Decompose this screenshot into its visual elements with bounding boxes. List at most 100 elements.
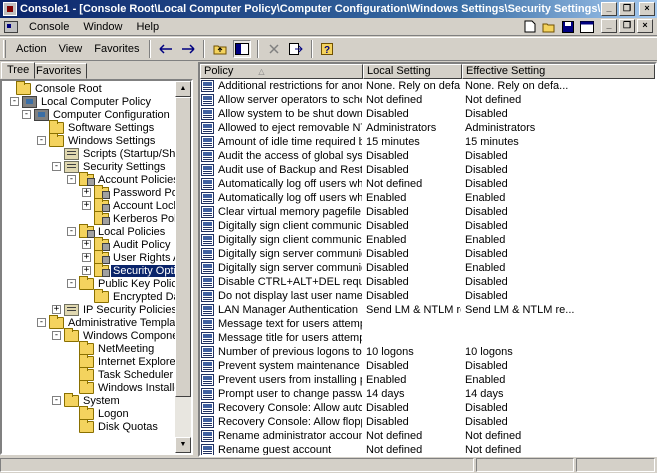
table-row[interactable]: Rename guest account Not defined Not defin… xyxy=(200,443,655,455)
expand-icon[interactable]: + xyxy=(82,266,91,275)
collapse-icon[interactable]: - xyxy=(67,279,76,288)
console-app-icon[interactable] xyxy=(3,2,17,16)
tree-item[interactable]: - Account Policies xyxy=(67,171,181,186)
security-policy-icon xyxy=(201,262,214,274)
new-window-icon[interactable] xyxy=(579,19,595,34)
tree-item[interactable]: Scripts (Startup/Shutdown) xyxy=(52,147,191,160)
table-row[interactable]: Amount of idle time required befor... 15 … xyxy=(200,135,655,149)
collapse-icon[interactable]: - xyxy=(52,396,61,405)
minimize-button[interactable]: _ xyxy=(601,2,617,16)
open-folder-icon[interactable] xyxy=(541,19,557,34)
favorites-menu[interactable]: Favorites xyxy=(88,43,145,55)
mdi-restore-button[interactable]: ❐ xyxy=(619,19,635,33)
table-row[interactable]: Digitally sign client communication ... D… xyxy=(200,219,655,233)
tree-item[interactable]: - Administrative Templates xyxy=(37,314,191,329)
table-row[interactable]: Allowed to eject removable NTFS ... Admin… xyxy=(200,121,655,135)
security-policy-icon xyxy=(201,374,214,386)
tree-item[interactable]: - Windows Components xyxy=(52,327,191,342)
scroll-up-button[interactable]: ▲ xyxy=(175,81,191,97)
table-row[interactable]: Digitally sign client communication ... E… xyxy=(200,233,655,247)
up-one-level-icon[interactable] xyxy=(211,40,229,58)
title-bar[interactable]: Console1 - [Console Root\Local Computer … xyxy=(0,0,657,18)
table-row[interactable]: Automatically log off users when l... Ena… xyxy=(200,191,655,205)
scroll-down-button[interactable]: ▼ xyxy=(175,437,191,453)
table-row[interactable]: Prompt user to change password ... 14 day… xyxy=(200,387,655,401)
table-row[interactable]: Allow system to be shut down with... Disa… xyxy=(200,107,655,121)
collapse-icon[interactable]: - xyxy=(67,227,76,236)
column-header-local-setting[interactable]: Local Setting xyxy=(363,64,462,79)
expand-icon[interactable]: + xyxy=(82,253,91,262)
table-row[interactable]: Clear virtual memory pagefile whe... Disa… xyxy=(200,205,655,219)
table-row[interactable]: Audit the access of global system ... Dis… xyxy=(200,149,655,163)
menu-help[interactable]: Help xyxy=(129,21,166,33)
tree-item-label: Administrative Templates xyxy=(68,316,191,329)
tree-item[interactable]: Disk Quotas xyxy=(67,418,160,433)
back-arrow-icon[interactable] xyxy=(157,40,175,58)
restore-button[interactable]: ❐ xyxy=(619,2,635,16)
show-hide-tree-icon[interactable] xyxy=(233,40,252,58)
close-button[interactable]: × xyxy=(639,2,655,16)
table-row[interactable]: Rename administrator account Not defined N… xyxy=(200,429,655,443)
tree-item[interactable]: + IP Security Policies or xyxy=(52,303,191,316)
table-row[interactable]: Recovery Console: Allow automati... Disab… xyxy=(200,401,655,415)
mdi-close-button[interactable]: × xyxy=(637,19,653,33)
save-icon[interactable] xyxy=(560,19,576,34)
collapse-icon[interactable]: - xyxy=(37,318,46,327)
forward-arrow-icon[interactable] xyxy=(179,40,197,58)
help-icon[interactable]: ? xyxy=(319,40,337,58)
scroll-thumb[interactable] xyxy=(175,97,191,397)
table-row[interactable]: Audit use of Backup and Restore p... Disa… xyxy=(200,163,655,177)
tree-item[interactable]: - Windows Settings xyxy=(37,132,157,147)
table-row[interactable]: Do not display last user name in lo... Di… xyxy=(200,289,655,303)
tree-item[interactable]: - Security Settings xyxy=(52,160,168,173)
collapse-icon[interactable]: - xyxy=(22,110,31,119)
column-header-policy[interactable]: Policy △ xyxy=(200,64,363,79)
tree-item[interactable]: Logon xyxy=(67,405,131,420)
tree-item[interactable]: - Local Computer Policy xyxy=(10,95,153,108)
delete-icon[interactable] xyxy=(265,40,283,58)
new-document-icon[interactable] xyxy=(522,19,538,34)
table-row[interactable]: Disable CTRL+ALT+DEL requireme... Disable… xyxy=(200,275,655,289)
table-row[interactable]: Message text for users attempting... xyxy=(200,317,655,331)
tab-tree[interactable]: Tree xyxy=(1,62,36,79)
security-policy-icon xyxy=(201,94,214,106)
table-row[interactable]: Prevent system maintenance of co... Disab… xyxy=(200,359,655,373)
tree-item[interactable]: Console Root xyxy=(4,81,104,95)
table-row[interactable]: Additional restrictions for anonym... Non… xyxy=(200,79,655,93)
export-list-icon[interactable] xyxy=(287,40,305,58)
menu-window[interactable]: Window xyxy=(76,21,129,33)
expand-icon[interactable]: + xyxy=(52,305,61,314)
collapse-icon[interactable]: - xyxy=(67,175,76,184)
table-row[interactable]: Message title for users attempting... xyxy=(200,331,655,345)
tree-item[interactable]: - Computer Configuration xyxy=(22,108,172,121)
expand-icon[interactable]: + xyxy=(82,201,91,210)
folder-icon xyxy=(64,327,79,342)
toolbar-grip[interactable] xyxy=(3,40,6,58)
table-row[interactable]: Digitally sign server communication... Di… xyxy=(200,261,655,275)
tree-item[interactable]: - Local Policies xyxy=(67,223,167,238)
collapse-icon[interactable]: - xyxy=(52,331,61,340)
tree-vertical-scrollbar[interactable]: ▲ ▼ xyxy=(175,81,191,453)
menu-console[interactable]: Console xyxy=(22,21,76,33)
view-menu[interactable]: View xyxy=(53,43,89,55)
table-row[interactable]: Automatically log off users when l... Not… xyxy=(200,177,655,191)
table-row[interactable]: Prevent users from installing print... En… xyxy=(200,373,655,387)
mdi-minimize-button[interactable]: _ xyxy=(601,19,617,33)
mmc-document-icon[interactable] xyxy=(4,20,18,33)
tree-view[interactable]: Console Root - Local Computer Policy - Compu… xyxy=(0,79,193,455)
collapse-icon[interactable]: - xyxy=(10,97,19,106)
table-row[interactable]: Recovery Console: Allow floppy co... Disa… xyxy=(200,415,655,429)
table-row[interactable]: Number of previous logons to cach... 10 l… xyxy=(200,345,655,359)
table-row[interactable]: LAN Manager Authentication Level Send LM … xyxy=(200,303,655,317)
table-row[interactable]: Digitally sign server communication... Di… xyxy=(200,247,655,261)
local-setting-cell: Not defined xyxy=(366,94,423,106)
expand-icon[interactable]: + xyxy=(82,240,91,249)
tree-item[interactable]: Windows Installer xyxy=(67,379,186,394)
expand-icon[interactable]: + xyxy=(82,188,91,197)
collapse-icon[interactable]: - xyxy=(52,162,61,171)
tab-favorites[interactable]: Favorites xyxy=(30,63,88,79)
collapse-icon[interactable]: - xyxy=(37,136,46,145)
table-row[interactable]: Allow server operators to schedul... Not … xyxy=(200,93,655,107)
action-menu[interactable]: Action xyxy=(10,43,53,55)
column-header-effective-setting[interactable]: Effective Setting xyxy=(462,64,655,79)
